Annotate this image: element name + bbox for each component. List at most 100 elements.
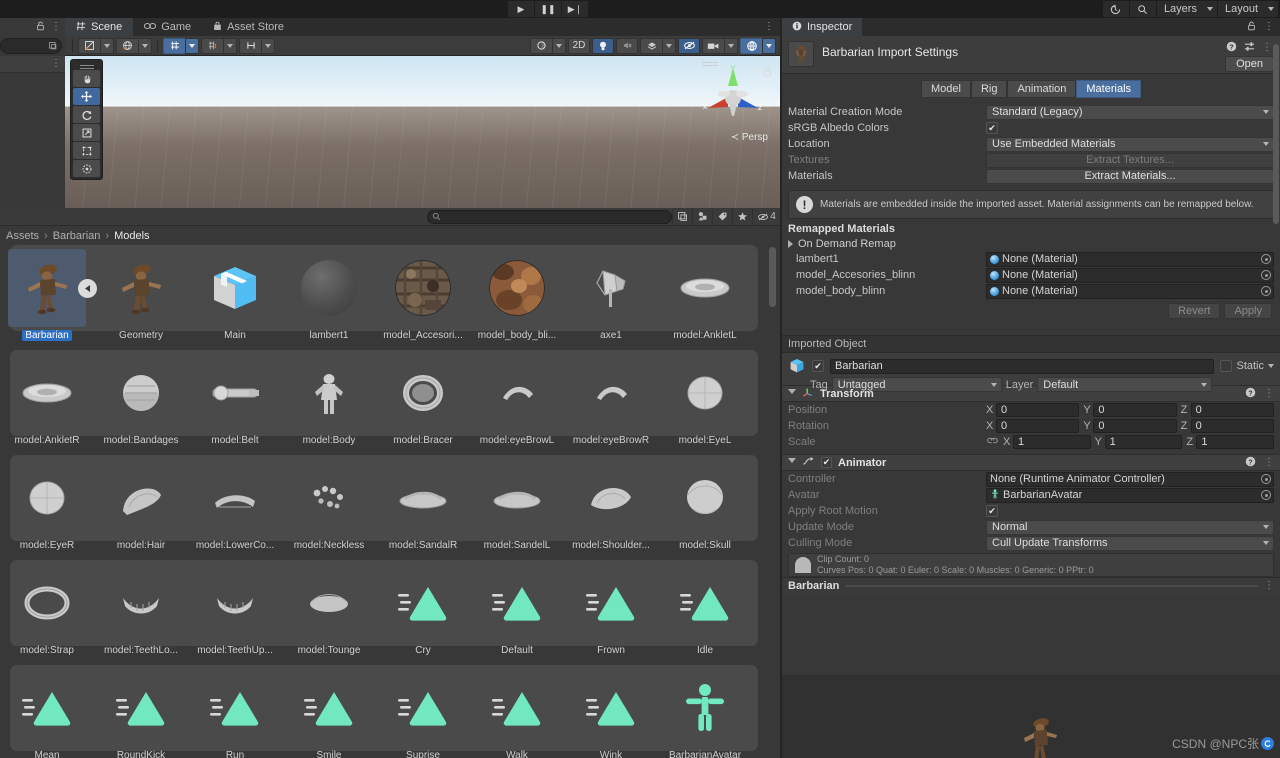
remap-objectfield-lambert1[interactable]: None (Material)	[986, 251, 1274, 267]
avatar-objectfield[interactable]: BarbarianAvatar	[986, 487, 1274, 503]
asset-item[interactable]: Frown	[564, 560, 658, 665]
asset-thumbnail[interactable]	[290, 354, 368, 432]
hierarchy-options-icon[interactable]: ⋮	[51, 59, 61, 69]
asset-item[interactable]: Mean	[0, 665, 94, 758]
scene-shading-group[interactable]	[530, 37, 566, 54]
asset-thumbnail[interactable]	[8, 249, 97, 327]
asset-item[interactable]: Idle	[658, 560, 752, 665]
asset-thumbnail[interactable]	[8, 459, 86, 537]
toggle-2d-button[interactable]: 2D	[568, 37, 590, 54]
project-scrollbar[interactable]	[768, 245, 777, 758]
asset-thumbnail[interactable]	[384, 564, 462, 642]
material-creation-mode-dropdown[interactable]: Standard (Legacy)	[986, 104, 1274, 120]
scale-x-input[interactable]: 1	[1013, 435, 1091, 449]
scale-tool[interactable]	[73, 124, 100, 141]
scene-fx-group[interactable]	[640, 37, 676, 54]
breadcrumb-assets[interactable]: Assets	[6, 230, 39, 242]
asset-item[interactable]: model:SandalR	[376, 455, 470, 560]
object-picker-icon[interactable]	[1261, 286, 1271, 296]
draw-mode-dropdown[interactable]	[138, 37, 152, 54]
hierarchy-search-input[interactable]	[0, 38, 62, 54]
asset-thumbnail[interactable]	[384, 669, 462, 747]
camera-icon[interactable]	[702, 37, 724, 54]
shading-mode-dropdown[interactable]	[100, 37, 114, 54]
asset-thumbnail[interactable]	[8, 564, 86, 642]
history-icon[interactable]	[1102, 1, 1129, 17]
rotation-x-input[interactable]: 0	[996, 419, 1080, 433]
animator-component-header[interactable]: ✔ Animator ? ⋮	[782, 454, 1280, 471]
asset-thumbnail[interactable]	[572, 459, 650, 537]
tab-model[interactable]: Model	[920, 80, 971, 98]
search-input[interactable]	[427, 209, 672, 224]
asset-thumbnail[interactable]	[102, 459, 180, 537]
root-motion-checkbox[interactable]: ✔	[986, 505, 998, 517]
asset-item[interactable]: model:Hair	[94, 455, 188, 560]
asset-thumbnail[interactable]	[102, 564, 180, 642]
scene-camera-group[interactable]	[702, 37, 738, 54]
asset-item[interactable]: model:TeethLo...	[94, 560, 188, 665]
inspector-menu-icon[interactable]: ⋮	[1264, 22, 1274, 32]
shaded-mode-icon[interactable]	[530, 37, 552, 54]
asset-item[interactable]: model_body_bli...	[470, 245, 564, 350]
position-z-input[interactable]: 0	[1190, 403, 1274, 417]
asset-item[interactable]: model:SandelL	[470, 455, 564, 560]
apply-button[interactable]: Apply	[1224, 303, 1272, 319]
asset-item[interactable]: model:Body	[282, 350, 376, 455]
asset-thumbnail[interactable]	[290, 459, 368, 537]
extract-materials-button[interactable]: Extract Materials...	[986, 168, 1274, 184]
position-x-input[interactable]: 0	[996, 403, 1080, 417]
preset-icon[interactable]	[1244, 41, 1255, 55]
open-button[interactable]: Open	[1225, 56, 1274, 72]
asset-thumbnail[interactable]	[666, 669, 744, 747]
asset-thumbnail[interactable]	[196, 669, 274, 747]
breadcrumb-barbarian[interactable]: Barbarian	[53, 230, 101, 242]
asset-thumbnail[interactable]	[102, 354, 180, 432]
filter-type-icon[interactable]	[692, 208, 712, 225]
pivot-group[interactable]	[239, 37, 275, 54]
scene-projection-label[interactable]: ≺ Persp	[731, 132, 768, 143]
asset-thumbnail[interactable]	[384, 459, 462, 537]
asset-item[interactable]: lambert1	[282, 245, 376, 350]
remap-objectfield-body[interactable]: None (Material)	[986, 283, 1274, 299]
asset-thumbnail[interactable]	[666, 249, 744, 327]
shading-mode-group[interactable]	[78, 37, 114, 54]
scene-fx-dropdown[interactable]	[662, 37, 676, 54]
asset-item[interactable]: model:Neckless	[282, 455, 376, 560]
asset-thumbnail[interactable]	[384, 354, 462, 432]
asset-thumbnail[interactable]	[666, 354, 744, 432]
asset-thumbnail[interactable]	[572, 354, 650, 432]
culling-mode-dropdown[interactable]: Cull Update Transforms	[986, 535, 1274, 551]
object-picker-icon[interactable]	[1261, 254, 1271, 264]
magnet-snap-group[interactable]	[201, 37, 237, 54]
tab-materials[interactable]: Materials	[1076, 80, 1142, 98]
asset-item[interactable]: model:Bandages	[94, 350, 188, 455]
asset-thumbnail[interactable]	[478, 354, 556, 432]
tab-scene[interactable]: Scene	[65, 18, 134, 36]
favorite-icon[interactable]	[732, 208, 752, 225]
asset-item[interactable]: Geometry	[94, 245, 188, 350]
rotate-tool[interactable]	[73, 106, 100, 123]
gameobject-enabled-checkbox[interactable]: ✔	[812, 360, 824, 372]
component-menu-icon[interactable]: ⋮	[1262, 43, 1272, 53]
gameobject-name-field[interactable]: Barbarian	[830, 358, 1215, 374]
layers-dropdown[interactable]: Layers	[1156, 1, 1217, 17]
asset-thumbnail[interactable]	[196, 354, 274, 432]
rect-tool[interactable]	[73, 142, 100, 159]
asset-expand-icon[interactable]	[78, 279, 97, 298]
asset-thumbnail[interactable]	[290, 564, 368, 642]
asset-item[interactable]: Default	[470, 560, 564, 665]
asset-thumbnail[interactable]	[290, 249, 368, 327]
asset-item[interactable]: axe1	[564, 245, 658, 350]
pivot-icon[interactable]	[239, 37, 261, 54]
asset-item[interactable]: Main	[188, 245, 282, 350]
transform-tool[interactable]	[73, 160, 100, 177]
asset-item[interactable]: Barbarian	[0, 245, 97, 350]
asset-item[interactable]: model:Shoulder...	[564, 455, 658, 560]
scene-viewport[interactable]: y x z ≺ Persp	[65, 56, 780, 208]
project-scroll-thumb[interactable]	[769, 247, 776, 307]
asset-item[interactable]: Wink	[564, 665, 658, 758]
asset-item[interactable]: Run	[188, 665, 282, 758]
pause-button[interactable]: ❚❚	[535, 1, 561, 17]
search-icon[interactable]	[1129, 1, 1156, 17]
asset-grid[interactable]: Barbarian Geometry Main lambert1 model_A…	[0, 245, 780, 758]
